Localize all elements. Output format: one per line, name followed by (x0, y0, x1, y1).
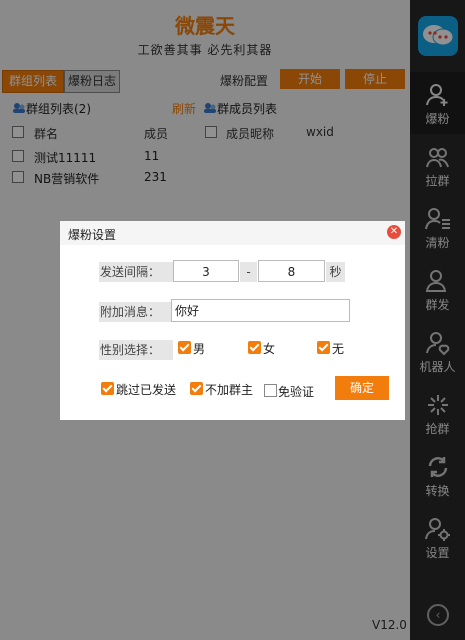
dialog-header: 爆粉设置 ✕ (60, 221, 405, 245)
gender-male-label: 男 (193, 342, 206, 356)
interval-max-input[interactable]: 8 (258, 260, 325, 282)
gender-female-checkbox[interactable] (248, 341, 261, 354)
interval-unit: 秒 (326, 262, 345, 282)
interval-min-input[interactable]: 3 (173, 260, 239, 282)
gender-label: 性别选择： (99, 340, 173, 360)
message-input[interactable]: 你好 (171, 299, 350, 322)
gender-none-label: 无 (332, 342, 345, 356)
message-label: 附加消息： (99, 302, 173, 322)
gender-female-label: 女 (263, 342, 276, 356)
no-owner-checkbox[interactable] (190, 382, 203, 395)
ok-button[interactable]: 确定 (335, 376, 389, 400)
interval-separator: - (240, 262, 257, 282)
skip-sent-checkbox[interactable] (101, 382, 114, 395)
no-verify-label: 免验证 (278, 385, 315, 399)
interval-label: 发送间隔： (99, 262, 173, 282)
skip-sent-label: 跳过已发送 (116, 383, 177, 397)
no-verify-checkbox[interactable] (264, 384, 277, 397)
close-icon[interactable]: ✕ (387, 225, 401, 239)
gender-none-checkbox[interactable] (317, 341, 330, 354)
gender-male-checkbox[interactable] (178, 341, 191, 354)
no-owner-label: 不加群主 (205, 383, 254, 397)
dialog-title: 爆粉设置 (68, 228, 117, 242)
boost-settings-dialog: 爆粉设置 ✕ 发送间隔： 3 - 8 秒 附加消息： 你好 性别选择： 男 女 … (60, 221, 405, 420)
